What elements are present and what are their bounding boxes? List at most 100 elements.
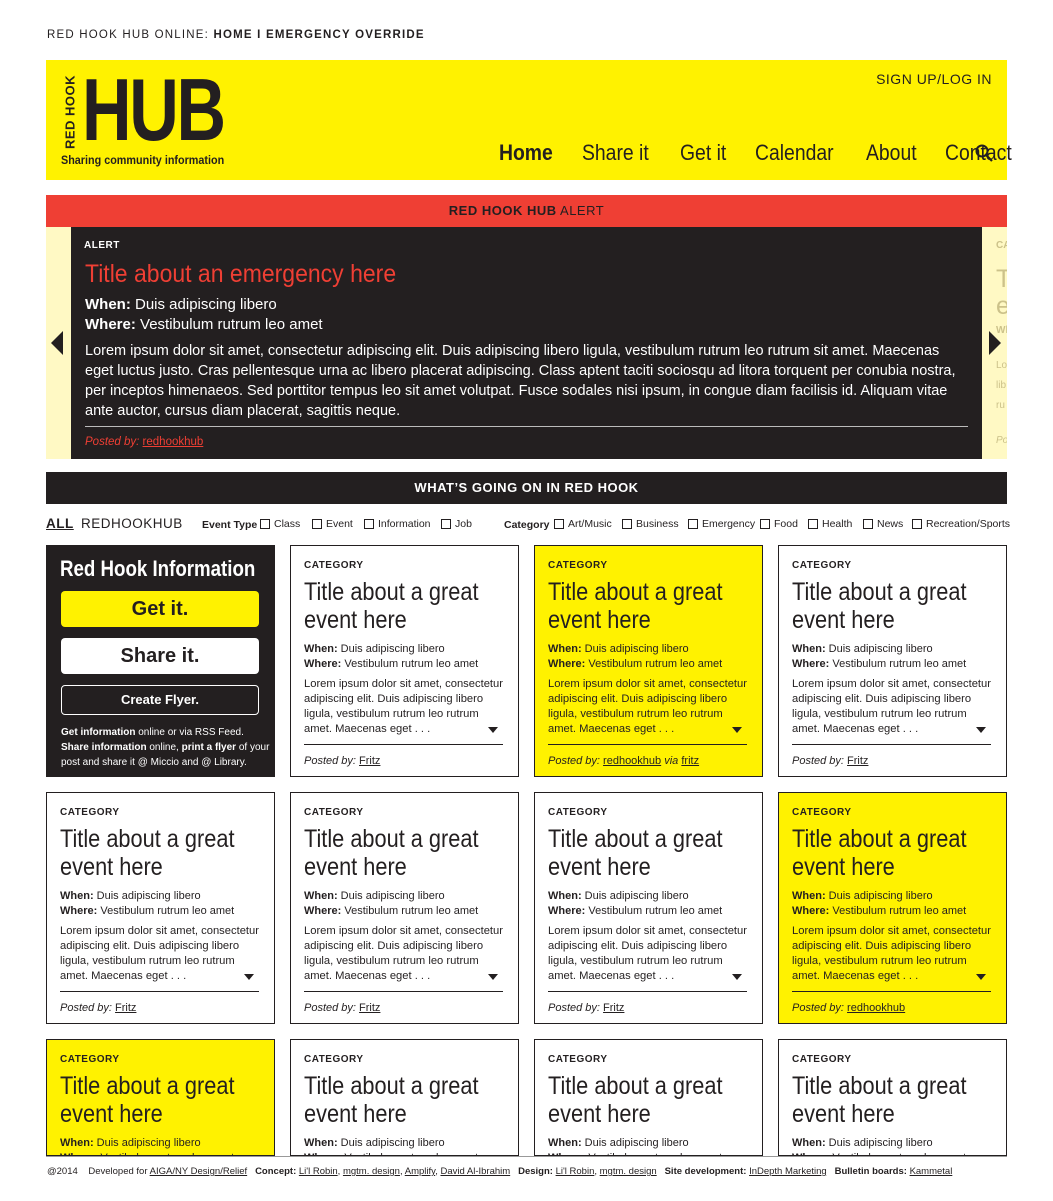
- footer-link[interactable]: InDepth Marketing: [749, 1166, 827, 1177]
- card-title[interactable]: Title about a great event here: [792, 825, 1006, 881]
- filter-emergency[interactable]: Emergency: [688, 518, 755, 530]
- nav-calendar[interactable]: Calendar: [755, 140, 834, 166]
- footer-link-aiga[interactable]: AIGA/NY Design/Relief: [150, 1166, 248, 1177]
- footer-link[interactable]: Kammetal: [910, 1166, 953, 1177]
- filter-job[interactable]: Job: [441, 518, 472, 530]
- breadcrumb-home-link[interactable]: HOME: [213, 29, 252, 41]
- card-when: When: Duis adipiscing libero: [304, 1137, 445, 1149]
- card-when: When: Duis adipiscing libero: [792, 643, 933, 655]
- signup-login-link[interactable]: SIGN UP/LOG IN: [876, 71, 992, 87]
- checkbox[interactable]: [912, 519, 922, 529]
- card-title[interactable]: Title about a great event here: [548, 825, 762, 881]
- footer-link[interactable]: Amplify: [405, 1166, 435, 1177]
- event-card[interactable]: CATEGORY Title about a great event here Wh…: [778, 792, 1007, 1024]
- card-title[interactable]: Title about a great event here: [548, 1072, 762, 1128]
- event-type-label: Event Type: [202, 519, 258, 531]
- card-title[interactable]: Title about a great event here: [60, 825, 274, 881]
- expand-caret-icon[interactable]: [488, 727, 498, 733]
- footer-link[interactable]: David Al-Ibrahim: [440, 1166, 510, 1177]
- alert-title[interactable]: Title about an emergency here: [85, 260, 396, 289]
- checkbox[interactable]: [808, 519, 818, 529]
- carousel-prev-icon[interactable]: [51, 331, 63, 355]
- checkbox[interactable]: [364, 519, 374, 529]
- red-hook-info-box: Red Hook Information Get it. Share it. C…: [46, 545, 275, 777]
- card-when: When: Duis adipiscing libero: [792, 1137, 933, 1149]
- nav-get-it[interactable]: Get it: [680, 140, 726, 166]
- card-author-link[interactable]: redhookhub: [847, 1002, 905, 1014]
- card-description: Lorem ipsum dolor sit amet, consectetur …: [304, 925, 503, 982]
- filter-recreation-sports[interactable]: Recreation/Sports: [912, 518, 1010, 530]
- checkbox[interactable]: [760, 519, 770, 529]
- checkbox[interactable]: [312, 519, 322, 529]
- expand-caret-icon[interactable]: [244, 974, 254, 980]
- card-where: Where: Vestibulum rutrum leo amet: [304, 658, 479, 670]
- filter-business[interactable]: Business: [622, 518, 679, 530]
- card-author-link[interactable]: redhookhub: [603, 755, 661, 767]
- event-card[interactable]: CATEGORY Title about a great event here Wh…: [778, 1039, 1007, 1156]
- nav-share-it[interactable]: Share it: [582, 140, 649, 166]
- expand-caret-icon[interactable]: [732, 974, 742, 980]
- checkbox[interactable]: [441, 519, 451, 529]
- share-it-button[interactable]: Share it.: [61, 638, 259, 674]
- footer-link[interactable]: Li'l Robin: [299, 1166, 338, 1177]
- card-title[interactable]: Title about a great event here: [548, 578, 762, 634]
- nav-about[interactable]: About: [866, 140, 917, 166]
- card-title[interactable]: Title about a great event here: [792, 578, 1006, 634]
- card-where: Where: Vestibulum rutrum leo amet: [792, 905, 967, 917]
- card-via-link[interactable]: fritz: [681, 755, 699, 767]
- card-title[interactable]: Title about a great event here: [304, 825, 518, 881]
- filter-art-music[interactable]: Art/Music: [554, 518, 612, 530]
- event-card[interactable]: CATEGORY Title about a great event here Wh…: [778, 545, 1007, 777]
- nav-home[interactable]: Home: [499, 140, 553, 166]
- event-card[interactable]: CATEGORY Title about a great event here Wh…: [290, 792, 519, 1024]
- expand-caret-icon[interactable]: [732, 727, 742, 733]
- tab-redhookhub[interactable]: REDHOOKHUB: [81, 516, 183, 531]
- footer-link[interactable]: mgtm. design: [343, 1166, 400, 1177]
- footer-link[interactable]: Li'l Robin: [556, 1166, 595, 1177]
- checkbox[interactable]: [622, 519, 632, 529]
- card-where: Where: Vestibulum rutrum leo amet: [60, 905, 235, 917]
- card-author-link[interactable]: Fritz: [359, 755, 380, 767]
- filter-information[interactable]: Information: [364, 518, 431, 530]
- alert-divider: [85, 426, 968, 427]
- logo-red-hook[interactable]: RED HOOK: [60, 75, 80, 149]
- filter-health[interactable]: Health: [808, 518, 852, 530]
- alert-author-link[interactable]: redhookhub: [143, 436, 204, 448]
- expand-caret-icon[interactable]: [976, 974, 986, 980]
- checkbox[interactable]: [260, 519, 270, 529]
- logo-tagline: Sharing community information: [61, 153, 225, 167]
- filter-food[interactable]: Food: [760, 518, 798, 530]
- event-card[interactable]: CATEGORY Title about a great event here Wh…: [534, 545, 763, 777]
- event-card[interactable]: CATEGORY Title about a great event here Wh…: [290, 545, 519, 777]
- card-title[interactable]: Title about a great event here: [304, 1072, 518, 1128]
- checkbox[interactable]: [863, 519, 873, 529]
- checkbox[interactable]: [554, 519, 564, 529]
- event-card[interactable]: CATEGORY Title about a great event here Wh…: [534, 792, 763, 1024]
- card-title[interactable]: Title about a great event here: [60, 1072, 274, 1128]
- main-nav: Home Share it Get it Calendar About Cont…: [499, 140, 1043, 166]
- create-flyer-button[interactable]: Create Flyer.: [61, 685, 259, 715]
- alert-body: Lorem ipsum dolor sit amet, consectetur …: [85, 343, 956, 419]
- event-card[interactable]: CATEGORY Title about a great event here Wh…: [46, 792, 275, 1024]
- logo-hub[interactable]: HUB: [82, 66, 226, 154]
- search-icon[interactable]: [975, 144, 993, 162]
- card-author-link[interactable]: Fritz: [847, 755, 868, 767]
- filter-event[interactable]: Event: [312, 518, 353, 530]
- filter-news[interactable]: News: [863, 518, 903, 530]
- expand-caret-icon[interactable]: [976, 727, 986, 733]
- expand-caret-icon[interactable]: [488, 974, 498, 980]
- filter-class[interactable]: Class: [260, 518, 300, 530]
- checkbox[interactable]: [688, 519, 698, 529]
- event-card[interactable]: CATEGORY Title about a great event here Wh…: [290, 1039, 519, 1156]
- card-author-link[interactable]: Fritz: [359, 1002, 380, 1014]
- card-title[interactable]: Title about a great event here: [304, 578, 518, 634]
- footer: @2014 Developed for AIGA/NY Design/Relie…: [47, 1166, 953, 1177]
- card-author-link[interactable]: Fritz: [603, 1002, 624, 1014]
- card-author-link[interactable]: Fritz: [115, 1002, 136, 1014]
- get-it-button[interactable]: Get it.: [61, 591, 259, 627]
- tab-all[interactable]: ALL: [46, 516, 74, 531]
- card-title[interactable]: Title about a great event here: [792, 1072, 1006, 1128]
- event-card[interactable]: CATEGORY Title about a great event here Wh…: [534, 1039, 763, 1156]
- event-card[interactable]: CATEGORY Title about a great event here Wh…: [46, 1039, 275, 1156]
- footer-link[interactable]: mgtm. design: [600, 1166, 657, 1177]
